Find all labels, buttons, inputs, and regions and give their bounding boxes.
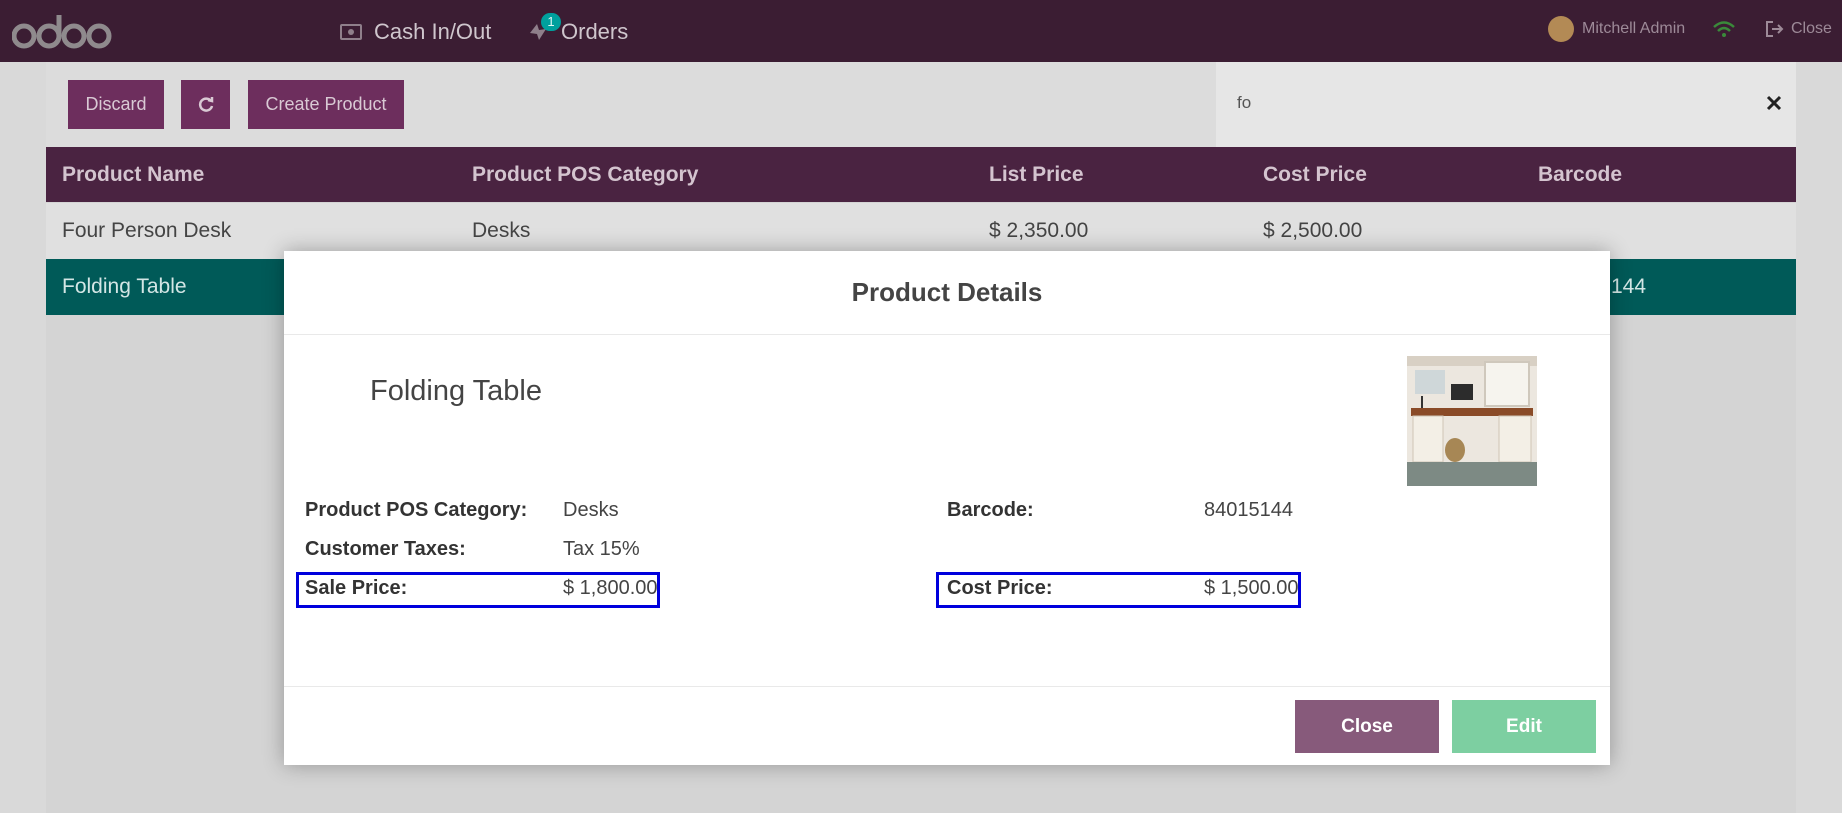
sign-out-icon <box>1766 21 1784 37</box>
money-icon <box>340 24 362 40</box>
cash-in-out-button[interactable]: Cash In/Out <box>340 18 491 46</box>
search-input-value: fo <box>1237 93 1252 112</box>
customer-taxes-value: Tax 15% <box>563 538 640 560</box>
edit-button[interactable]: Edit <box>1452 700 1596 753</box>
product-image <box>1407 356 1537 486</box>
pos-category-value: Desks <box>563 499 619 521</box>
wifi-icon <box>1713 21 1735 37</box>
barcode-cell: 144 <box>1611 275 1647 298</box>
product-details-dialog: Product Details Folding Table Product PO… <box>284 251 1610 765</box>
orders-count-badge: 1 <box>541 13 561 31</box>
barcode-value: 84015144 <box>1204 499 1293 521</box>
avatar <box>1548 16 1574 42</box>
create-product-button[interactable]: Create Product <box>248 80 404 129</box>
search-input[interactable] <box>1216 62 1796 147</box>
dialog-title: Product Details <box>284 251 1610 335</box>
sale-price-value: $ 1,800.00 <box>563 577 658 599</box>
product-name-cell: Folding Table <box>62 275 187 298</box>
orders-label: Orders <box>561 19 629 44</box>
column-header: Barcode <box>1538 162 1623 186</box>
cost-price-value: $ 1,500.00 <box>1204 577 1299 599</box>
cost-price-label: Cost Price: <box>947 577 1053 599</box>
odoo-logo <box>12 15 112 49</box>
refresh-icon <box>198 96 213 112</box>
discard-button[interactable]: Discard <box>68 80 164 129</box>
column-header: Cost Price <box>1263 162 1367 186</box>
refresh-button[interactable] <box>181 80 230 129</box>
clear-search-icon[interactable] <box>1766 95 1782 111</box>
close-button[interactable]: Close <box>1295 700 1439 753</box>
table-header: Product Name Product POS Category List P… <box>46 147 1796 202</box>
cash-in-out-label: Cash In/Out <box>374 19 492 44</box>
column-header: Product Name <box>62 162 205 186</box>
close-session-label: Close <box>1791 20 1832 37</box>
column-header: Product POS Category <box>472 162 699 186</box>
customer-taxes-label: Customer Taxes: <box>305 538 466 560</box>
user-menu[interactable]: Mitchell Admin <box>1548 16 1685 42</box>
top-navbar: Cash In/Out Orders 1 Mitchell Admin Clos… <box>0 0 1842 62</box>
user-name: Mitchell Admin <box>1582 20 1686 37</box>
product-name-cell: Four Person Desk <box>62 219 232 242</box>
dialog-footer: Close Edit <box>284 686 1610 765</box>
sale-price-label: Sale Price: <box>305 577 408 599</box>
pos-category-label: Product POS Category: <box>305 499 528 521</box>
column-header: List Price <box>989 162 1084 186</box>
barcode-label: Barcode: <box>947 499 1034 521</box>
close-session-button[interactable]: Close <box>1765 20 1832 38</box>
product-name-heading: Folding Table <box>370 375 542 407</box>
